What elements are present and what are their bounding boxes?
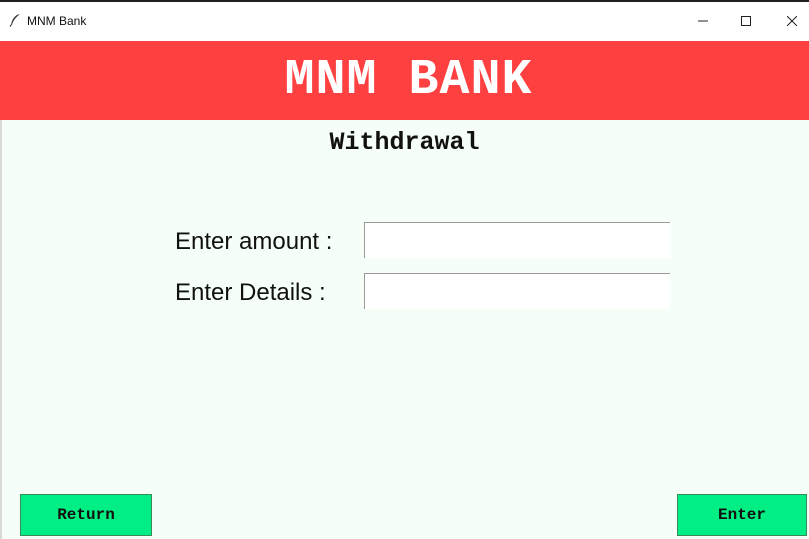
feather-icon [9, 13, 21, 27]
details-label: Enter Details : [175, 279, 326, 306]
maximize-button[interactable] [723, 2, 769, 41]
amount-label: Enter amount : [175, 228, 333, 255]
close-button[interactable] [769, 2, 809, 41]
bank-banner: MNM BANK [0, 41, 809, 120]
minimize-icon [698, 13, 708, 31]
app-window: MNM Bank MNM BANK Withdrawal Enter amoun… [0, 0, 809, 539]
window-title: MNM Bank [27, 14, 87, 28]
minimize-button[interactable] [680, 2, 726, 41]
details-input[interactable] [364, 273, 670, 309]
close-icon [786, 13, 798, 31]
title-bar[interactable]: MNM Bank [0, 2, 809, 41]
return-button[interactable]: Return [20, 494, 152, 536]
enter-button[interactable]: Enter [677, 494, 807, 536]
maximize-icon [741, 13, 751, 31]
window-left-edge [0, 120, 2, 539]
amount-input[interactable] [364, 222, 670, 258]
page-title: Withdrawal [329, 128, 480, 157]
bank-name: MNM BANK [284, 52, 533, 109]
